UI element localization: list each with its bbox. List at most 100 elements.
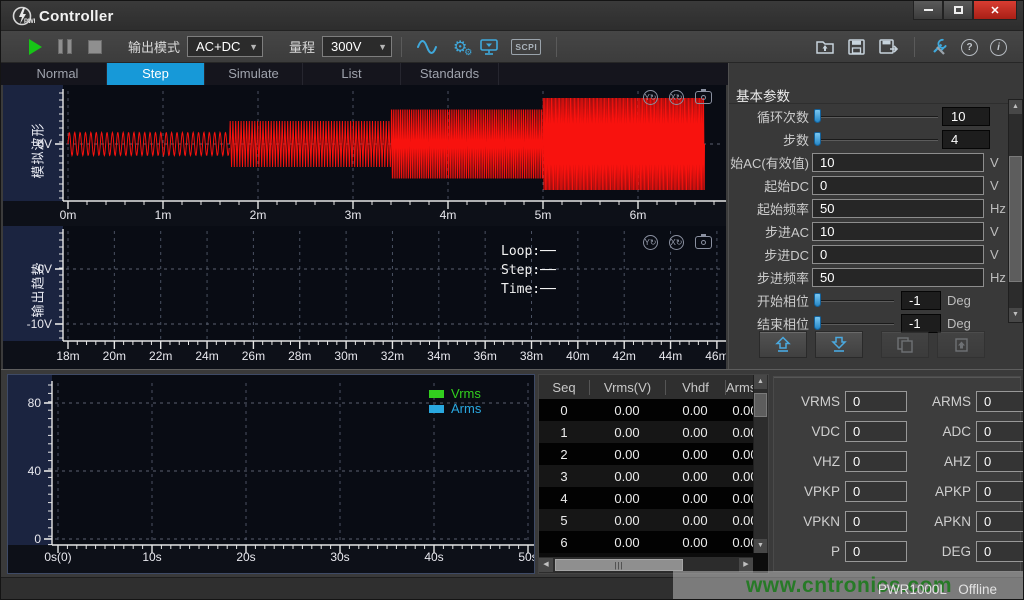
about-button[interactable]: i bbox=[990, 39, 1007, 56]
start-dc-input[interactable] bbox=[812, 176, 984, 195]
vpkp-readout: 0 bbox=[845, 481, 907, 502]
start-phase-value[interactable]: -1 bbox=[901, 291, 941, 310]
help-button[interactable]: ? bbox=[961, 39, 978, 56]
chevron-down-icon: ▼ bbox=[378, 42, 387, 52]
table-row[interactable]: 10.000.000.00 bbox=[539, 421, 768, 443]
tab-step[interactable]: Step bbox=[107, 63, 205, 85]
pause-button[interactable] bbox=[58, 39, 72, 54]
connection-state: Offline bbox=[958, 582, 997, 597]
param-row-step-dc: 步进DC V bbox=[729, 243, 1005, 266]
reset-x-zoom-icon[interactable]: X↻ bbox=[669, 90, 684, 105]
run-button[interactable] bbox=[29, 39, 42, 55]
scrollbar-thumb[interactable] bbox=[754, 393, 767, 417]
vhz-readout: 0 bbox=[845, 451, 907, 472]
waveform-button[interactable] bbox=[417, 38, 441, 56]
maximize-button[interactable] bbox=[943, 1, 973, 20]
range-select[interactable]: 300V ▼ bbox=[322, 36, 392, 57]
copy-file-icon bbox=[895, 336, 915, 354]
step-freq-input[interactable] bbox=[812, 268, 984, 287]
reset-y-zoom-icon[interactable]: Y↻ bbox=[643, 90, 658, 105]
load-sequence-button[interactable] bbox=[937, 331, 985, 358]
svg-text:0s(0): 0s(0) bbox=[44, 550, 71, 564]
tab-normal[interactable]: Normal bbox=[9, 63, 107, 85]
slider-track bbox=[815, 139, 938, 141]
step-ac-input[interactable] bbox=[812, 222, 984, 241]
stop-button[interactable] bbox=[88, 40, 102, 54]
params-scrollbar[interactable]: ▲ ▼ bbox=[1008, 99, 1023, 323]
svg-text:40s: 40s bbox=[424, 550, 443, 564]
params-header: 基本参数 bbox=[736, 85, 790, 105]
mode-tab-bar: Normal Step Simulate List Standards bbox=[1, 63, 728, 85]
save-as-icon bbox=[878, 38, 899, 56]
wrench-icon bbox=[930, 38, 949, 56]
arms-legend-swatch bbox=[429, 405, 444, 413]
loop-count-slider[interactable]: 10 bbox=[812, 107, 990, 127]
upload-params-button[interactable] bbox=[759, 331, 807, 358]
table-row[interactable]: 50.000.000.00 bbox=[539, 509, 768, 531]
slider-thumb[interactable] bbox=[814, 316, 821, 330]
save-sequence-button[interactable] bbox=[881, 331, 929, 358]
table-vertical-scrollbar[interactable]: ▲ ▼ bbox=[753, 375, 768, 553]
step-dc-input[interactable] bbox=[812, 245, 984, 264]
trend-y-axis-label: 输出趋势 bbox=[28, 261, 47, 317]
scroll-down-icon[interactable]: ▼ bbox=[1009, 308, 1022, 322]
output-mode-select[interactable]: AC+DC ▼ bbox=[187, 36, 263, 57]
settings-button[interactable]: ⚙ ⚙ bbox=[453, 37, 467, 57]
start-ac-input[interactable] bbox=[812, 153, 984, 172]
tab-simulate[interactable]: Simulate bbox=[205, 63, 303, 85]
slider-thumb[interactable] bbox=[814, 132, 821, 146]
device-monitor-button[interactable] bbox=[479, 38, 499, 56]
results-table: Seq Vrms(V) Vhdf Arms(A) 00.000.000.00 1… bbox=[538, 374, 769, 574]
reset-y-zoom-icon[interactable]: Y↻ bbox=[643, 235, 658, 250]
svg-text:80: 80 bbox=[28, 396, 42, 410]
app-title: Controller bbox=[39, 8, 114, 25]
table-row[interactable]: 60.000.000.00 bbox=[539, 531, 768, 553]
vpkn-readout: 0 bbox=[845, 511, 907, 532]
table-row[interactable]: 00.000.000.00 bbox=[539, 399, 768, 421]
scroll-down-icon[interactable]: ▼ bbox=[754, 539, 767, 553]
toolbar: 输出模式 AC+DC ▼ 量程 300V ▼ ⚙ ⚙ bbox=[1, 31, 1023, 63]
step-count-slider[interactable]: 4 bbox=[812, 130, 990, 150]
start-phase-slider[interactable] bbox=[812, 291, 898, 311]
save-as-button[interactable] bbox=[878, 38, 899, 56]
download-params-button[interactable] bbox=[815, 331, 863, 358]
tab-list[interactable]: List bbox=[303, 63, 401, 85]
table-row[interactable]: 30.000.000.00 bbox=[539, 465, 768, 487]
save-button[interactable] bbox=[847, 38, 866, 56]
svg-text:18m: 18m bbox=[56, 349, 79, 363]
measurement-row: P0 DEG0 bbox=[788, 541, 1020, 562]
close-button[interactable]: ✕ bbox=[973, 1, 1017, 20]
loop-readout: Loop:── bbox=[501, 242, 556, 261]
step-readout: Step:── bbox=[501, 261, 556, 280]
scroll-right-icon[interactable]: ▶ bbox=[739, 558, 753, 572]
open-file-button[interactable] bbox=[815, 38, 835, 56]
scroll-left-icon[interactable]: ◀ bbox=[539, 558, 553, 572]
slider-thumb[interactable] bbox=[814, 293, 821, 307]
save-icon bbox=[847, 38, 866, 56]
bottom-region: 804000s(0)10s20s30s40s50s Vrms Arms Seq … bbox=[1, 369, 1023, 577]
output-trend-plot[interactable]: 0V-10V18m20m22m24m26m28m30m32m34m36m38m4… bbox=[3, 226, 726, 369]
scroll-up-icon[interactable]: ▲ bbox=[754, 375, 767, 389]
loop-count-value[interactable]: 10 bbox=[942, 107, 990, 126]
reset-x-zoom-icon[interactable]: X↻ bbox=[669, 235, 684, 250]
start-freq-input[interactable] bbox=[812, 199, 984, 218]
slider-thumb[interactable] bbox=[814, 109, 821, 123]
arms-readout: 0 bbox=[976, 391, 1024, 412]
minimize-button[interactable] bbox=[913, 1, 943, 20]
scpi-icon: SCPI bbox=[511, 39, 541, 55]
scpi-button[interactable]: SCPI bbox=[511, 39, 541, 55]
step-count-value[interactable]: 4 bbox=[942, 130, 990, 149]
tools-button[interactable] bbox=[930, 38, 949, 56]
svg-text:2m: 2m bbox=[250, 208, 267, 222]
snapshot-camera-icon[interactable] bbox=[695, 91, 712, 104]
snapshot-camera-icon[interactable] bbox=[695, 236, 712, 249]
table-body: 00.000.000.00 10.000.000.00 20.000.000.0… bbox=[539, 399, 768, 553]
table-row[interactable]: 40.000.000.00 bbox=[539, 487, 768, 509]
table-row[interactable]: 20.000.000.00 bbox=[539, 443, 768, 465]
scrollbar-thumb[interactable] bbox=[1009, 156, 1022, 282]
analog-waveform-plot[interactable]: 0V0m1m2m3m4m5m6m bbox=[3, 85, 726, 226]
svg-text:40m: 40m bbox=[566, 349, 589, 363]
tab-standards[interactable]: Standards bbox=[401, 63, 499, 85]
scrollbar-thumb[interactable]: ||| bbox=[555, 559, 683, 571]
scroll-up-icon[interactable]: ▲ bbox=[1009, 100, 1022, 114]
